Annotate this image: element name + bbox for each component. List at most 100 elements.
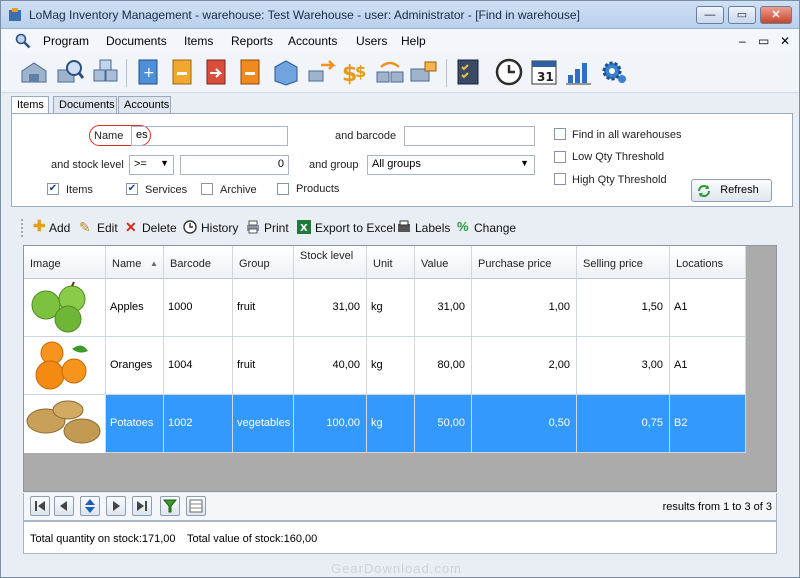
settings-gear-icon[interactable] — [599, 57, 629, 87]
minimize-button[interactable]: — — [696, 6, 724, 24]
item-image-apples — [24, 279, 106, 337]
delete-button[interactable]: Delete — [142, 221, 177, 235]
menu-items[interactable]: Items — [184, 34, 213, 48]
stock-transfer-icon[interactable] — [375, 57, 405, 87]
cell-barcode: 1000 — [164, 279, 233, 337]
barcode-input[interactable] — [404, 126, 535, 146]
export-excel-button[interactable]: Export to Excel — [315, 221, 396, 235]
labels-button[interactable]: Labels — [415, 221, 450, 235]
first-icon — [35, 501, 45, 511]
cell-selling-price: 1,50 — [577, 279, 670, 337]
grid-header: Image Name ▲ Barcode Group Stock level U… — [24, 246, 746, 279]
menu-reports[interactable]: Reports — [231, 34, 273, 48]
high-qty-checkbox[interactable] — [554, 173, 566, 185]
find-item-icon[interactable] — [55, 57, 85, 87]
barcode-label: and barcode — [335, 130, 397, 142]
table-row-selected[interactable]: Potatoes 1002 vegetables 100,00 kg 50,00… — [24, 395, 746, 453]
delivery-icon[interactable] — [409, 57, 439, 87]
cell-stock-level: 31,00 — [294, 279, 367, 337]
column-header-group[interactable]: Group — [233, 246, 294, 279]
column-header-value[interactable]: Value — [415, 246, 472, 279]
column-header-name-label: Name — [112, 258, 142, 270]
close-button[interactable]: ✕ — [760, 6, 792, 24]
add-button[interactable]: Add — [49, 221, 70, 235]
summary-bar: Total quantity on stock:171,00 Total val… — [23, 521, 777, 554]
filter-button[interactable] — [160, 496, 180, 516]
refresh-button[interactable]: Refresh — [691, 179, 772, 202]
table-row[interactable]: Apples 1000 fruit 31,00 kg 31,00 1,00 1,… — [24, 279, 746, 337]
issue-out-icon[interactable] — [167, 57, 197, 87]
group-label: and group — [309, 159, 359, 171]
calendar-icon[interactable]: 31 — [529, 57, 559, 87]
menu-program[interactable]: Program — [43, 34, 89, 48]
cell-value: 31,00 — [415, 279, 472, 337]
history-button[interactable]: History — [201, 221, 238, 235]
return-icon[interactable] — [235, 57, 265, 87]
labels-printer-icon — [398, 220, 410, 232]
column-header-selling-price[interactable]: Selling price — [577, 246, 670, 279]
receipt-in-icon[interactable]: + — [133, 57, 163, 87]
reports-chart-icon[interactable] — [564, 57, 594, 87]
up-down-icon — [85, 499, 95, 513]
window-title: LoMag Inventory Management - warehouse: … — [29, 8, 580, 22]
history-clock-icon[interactable] — [494, 57, 524, 87]
next-record-button[interactable] — [106, 496, 126, 516]
menu-documents[interactable]: Documents — [106, 34, 167, 48]
potatoes-image — [26, 400, 101, 444]
group-select[interactable]: All groups ▼ — [367, 155, 535, 175]
delete-icon: ✕ — [125, 219, 137, 235]
all-warehouses-checkbox[interactable] — [554, 128, 566, 140]
print-icon — [247, 220, 259, 234]
items-checkbox[interactable]: ✔ — [47, 183, 59, 195]
products-checkbox[interactable] — [277, 183, 289, 195]
group-select-value: All groups — [372, 158, 421, 170]
jump-record-button[interactable] — [80, 496, 100, 516]
transfer-icon[interactable] — [201, 57, 231, 87]
name-input[interactable]: es — [131, 126, 288, 146]
inventory-box-icon[interactable] — [271, 57, 301, 87]
services-checkbox-label: Services — [145, 184, 188, 196]
column-header-unit[interactable]: Unit — [367, 246, 415, 279]
move-stock-icon[interactable] — [307, 57, 337, 87]
tab-accounts[interactable]: Accounts — [118, 96, 171, 114]
previous-record-button[interactable] — [54, 496, 74, 516]
services-checkbox[interactable]: ✔ — [126, 183, 138, 195]
mdi-restore-button[interactable]: ▭ — [758, 34, 769, 48]
table-row[interactable]: Oranges 1004 fruit 40,00 kg 80,00 2,00 3… — [24, 337, 746, 395]
search-icon[interactable] — [15, 33, 31, 49]
cell-purchase-price: 2,00 — [472, 337, 577, 395]
columns-button[interactable] — [186, 496, 206, 516]
svg-text:X: X — [300, 223, 308, 234]
first-record-button[interactable] — [30, 496, 50, 516]
checklist-icon[interactable] — [453, 57, 483, 87]
column-header-purchase-price[interactable]: Purchase price — [472, 246, 577, 279]
column-header-barcode[interactable]: Barcode — [164, 246, 233, 279]
archive-checkbox[interactable] — [201, 183, 213, 195]
stock-level-input[interactable]: 0 — [180, 155, 289, 175]
column-header-stock-level[interactable]: Stock level — [294, 246, 367, 279]
action-bar: ✚ Add ✎ Edit ✕ Delete History Print X Ex… — [21, 215, 791, 241]
column-header-locations[interactable]: Locations — [670, 246, 746, 279]
column-header-image[interactable]: Image — [24, 246, 106, 279]
menu-users[interactable]: Users — [356, 34, 387, 48]
mdi-close-button[interactable]: ✕ — [780, 34, 790, 48]
menu-accounts[interactable]: Accounts — [288, 34, 337, 48]
items-icon[interactable] — [91, 57, 121, 87]
edit-button[interactable]: Edit — [97, 221, 118, 235]
menu-help[interactable]: Help — [401, 34, 426, 48]
filter-funnel-icon — [162, 499, 178, 513]
last-record-button[interactable] — [132, 496, 152, 516]
print-button[interactable]: Print — [264, 221, 289, 235]
warehouse-icon[interactable] — [19, 57, 49, 87]
low-qty-checkbox[interactable] — [554, 151, 566, 163]
mdi-minimize-button[interactable]: – — [739, 34, 746, 48]
maximize-button[interactable]: ▭ — [728, 6, 756, 24]
cell-group: fruit — [233, 279, 294, 337]
prices-icon[interactable]: $$ — [341, 57, 371, 87]
column-header-name[interactable]: Name ▲ — [106, 246, 164, 279]
svg-text:+: + — [143, 65, 155, 81]
change-button[interactable]: Change — [474, 221, 516, 235]
stock-operator-select[interactable]: >= ▼ — [129, 155, 174, 175]
cell-location: A1 — [670, 279, 746, 337]
tab-documents[interactable]: Documents — [53, 96, 117, 114]
